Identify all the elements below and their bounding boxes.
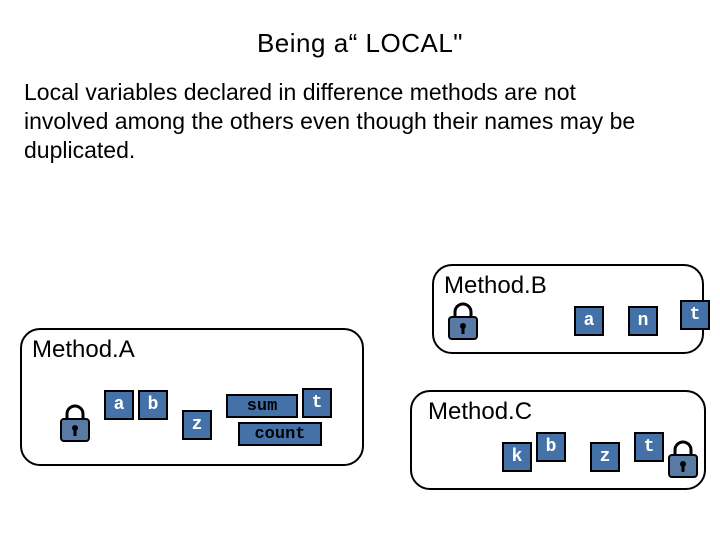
lock-icon [666, 440, 700, 478]
var-b: b [138, 390, 168, 420]
var-t: t [634, 432, 664, 462]
intro-text: Local variables declared in difference m… [24, 78, 644, 164]
method-c-title: Method.C [428, 398, 694, 426]
method-b-title: Method.B [444, 272, 692, 300]
var-a: a [574, 306, 604, 336]
var-sum: sum [226, 394, 298, 418]
method-b-box: Method.B a n t [432, 264, 704, 354]
var-z: z [182, 410, 212, 440]
page-title: Being a“ LOCAL" [0, 0, 720, 59]
var-t: t [680, 300, 710, 330]
method-c-box: Method.C k b z t [410, 390, 706, 490]
var-count: count [238, 422, 322, 446]
var-t: t [302, 388, 332, 418]
var-n: n [628, 306, 658, 336]
method-a-title: Method.A [32, 336, 352, 364]
var-b: b [536, 432, 566, 462]
method-a-box: Method.A a b z sum t count [20, 328, 364, 466]
lock-icon [446, 302, 480, 340]
lock-icon [58, 404, 92, 442]
var-z: z [590, 442, 620, 472]
var-k: k [502, 442, 532, 472]
var-a: a [104, 390, 134, 420]
